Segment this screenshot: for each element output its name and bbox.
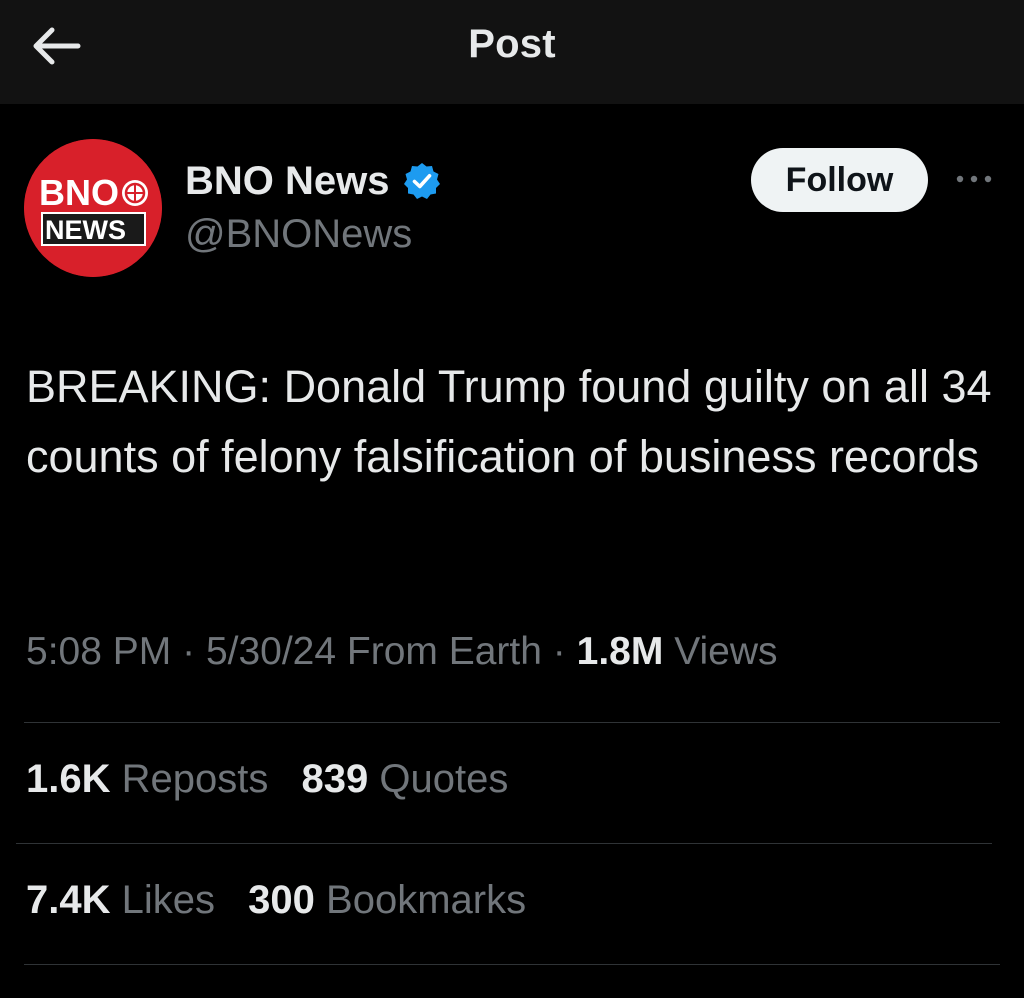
- likes-stat[interactable]: 7.4K Likes: [26, 878, 215, 922]
- post-location: From Earth: [346, 630, 542, 673]
- stats-row-reposts: 1.6K Reposts 839 Quotes: [26, 757, 508, 802]
- views-count: 1.8M: [576, 630, 664, 673]
- bookmarks-label: Bookmarks: [326, 878, 527, 922]
- likes-count: 7.4K: [26, 878, 111, 922]
- reposts-count: 1.6K: [26, 757, 111, 801]
- views-count-group[interactable]: 1.8M Views: [577, 630, 778, 673]
- divider: [24, 722, 1000, 723]
- divider: [16, 843, 992, 844]
- more-options-button[interactable]: [948, 164, 1000, 194]
- more-horizontal-icon: [956, 175, 992, 183]
- avatar[interactable]: BNO NEWS: [24, 139, 162, 277]
- author-name-row[interactable]: BNO News: [185, 156, 442, 206]
- page-title: Post: [468, 22, 556, 66]
- bno-news-logo: BNO NEWS: [24, 139, 162, 277]
- bookmarks-stat[interactable]: 300 Bookmarks: [248, 878, 526, 922]
- likes-label: Likes: [121, 878, 216, 922]
- meta-separator: ·: [182, 630, 196, 673]
- author-name[interactable]: BNO News: [185, 159, 390, 204]
- svg-text:NEWS: NEWS: [45, 215, 126, 245]
- follow-button[interactable]: Follow: [751, 148, 928, 212]
- quotes-count: 839: [301, 757, 369, 801]
- post-time[interactable]: 5:08 PM: [26, 630, 171, 673]
- reposts-label: Reposts: [121, 757, 269, 801]
- author-handle[interactable]: @BNONews: [185, 212, 412, 257]
- top-bar: Post: [0, 0, 1024, 104]
- quotes-label: Quotes: [379, 757, 509, 801]
- reposts-stat[interactable]: 1.6K Reposts: [26, 757, 268, 801]
- meta-separator: ·: [552, 630, 566, 673]
- divider: [24, 964, 1000, 965]
- verified-badge-icon: [403, 163, 440, 199]
- views-label: Views: [674, 630, 778, 673]
- stats-row-likes: 7.4K Likes 300 Bookmarks: [26, 878, 526, 923]
- quotes-stat[interactable]: 839 Quotes: [302, 757, 509, 801]
- post-date[interactable]: 5/30/24: [206, 630, 336, 673]
- bookmarks-count: 300: [248, 878, 315, 922]
- post-text: BREAKING: Donald Trump found guilty on a…: [26, 361, 992, 482]
- post-meta: 5:08 PM · 5/30/24 From Earth · 1.8M View…: [26, 630, 778, 674]
- svg-text:BNO: BNO: [39, 172, 119, 213]
